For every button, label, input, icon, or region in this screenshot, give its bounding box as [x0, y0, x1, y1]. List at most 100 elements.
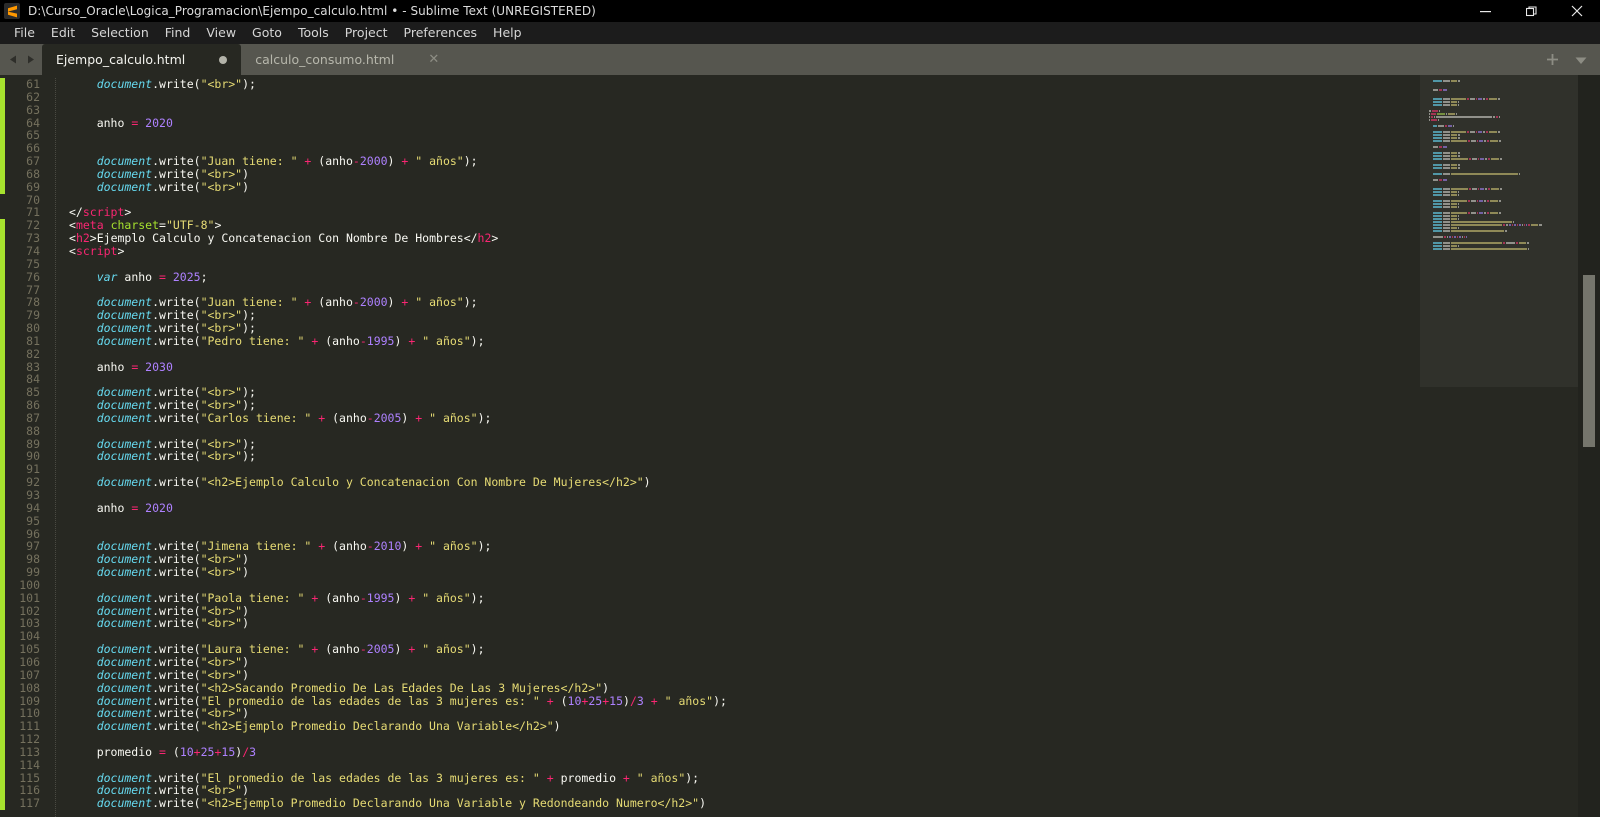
menu-item-find[interactable]: Find: [157, 22, 199, 44]
code-line[interactable]: document.write("<br>"): [69, 604, 1600, 618]
code-line[interactable]: [69, 194, 1600, 207]
code-line[interactable]: document.write("<br>"): [69, 553, 1600, 566]
code-line[interactable]: document.write("<h2>Ejemplo Promedio Dec…: [69, 720, 1600, 733]
menu-item-preferences[interactable]: Preferences: [396, 22, 486, 44]
minimap-token: [1442, 220, 1450, 223]
code-token: 10: [567, 693, 582, 708]
menu-item-edit[interactable]: Edit: [43, 22, 83, 44]
code-line[interactable]: document.write("<h2>Ejemplo Promedio Dec…: [69, 797, 1600, 810]
code-line[interactable]: document.write("<br>"): [69, 566, 1600, 579]
code-line[interactable]: [69, 258, 1600, 271]
chevron-down-icon[interactable]: [1574, 53, 1588, 67]
code-content[interactable]: document.write("<br>"); anho = 2020 docu…: [65, 75, 1600, 817]
code-line[interactable]: document.write("Pedro tiene: " + (anho-1…: [69, 333, 1600, 348]
code-line[interactable]: document.write("Laura tiene: " + (anho-2…: [69, 643, 1600, 656]
menu-item-project[interactable]: Project: [337, 22, 396, 44]
tab-1[interactable]: Ejempo_calculo.html: [42, 44, 242, 75]
code-line[interactable]: document.write("<br>"): [69, 180, 1600, 194]
code-line[interactable]: document.write("Jimena tiene: " + (anho-…: [69, 540, 1600, 553]
code-line[interactable]: document.write("El promedio de las edade…: [69, 771, 1600, 785]
code-line[interactable]: document.write("<br>");: [69, 450, 1600, 463]
code-line[interactable]: <h2>Ejemplo Calculo y Concatenacion Con …: [69, 232, 1600, 245]
code-line[interactable]: [69, 489, 1600, 502]
code-line[interactable]: document.write("<br>");: [69, 386, 1600, 399]
minimap-token: [1516, 223, 1518, 226]
code-token: 1995: [366, 333, 395, 348]
code-token: );: [463, 295, 478, 310]
code-line[interactable]: </script>: [69, 206, 1600, 219]
code-line[interactable]: [69, 515, 1600, 528]
code-token: Ejemplo Calculo y Concatenacion Con Nomb…: [96, 231, 464, 246]
minimap-token: [1433, 241, 1442, 244]
code-line[interactable]: [69, 425, 1600, 438]
minimap-token: [1442, 103, 1450, 106]
scrollbar-thumb[interactable]: [1583, 275, 1595, 447]
code-line[interactable]: <script>: [69, 245, 1600, 258]
minimap-token: [1458, 154, 1461, 157]
code-line[interactable]: document.write("Paola tiene: " + (anho-1…: [69, 591, 1600, 605]
code-line[interactable]: document.write("<br>");: [69, 78, 1600, 91]
code-line[interactable]: document.write("<br>");: [69, 309, 1600, 322]
code-line[interactable]: document.write("<br>"): [69, 167, 1600, 181]
code-line[interactable]: [69, 104, 1600, 117]
minimap-token: [1469, 130, 1475, 133]
close-icon[interactable]: [1554, 0, 1600, 22]
minimap-token: [1467, 139, 1470, 142]
code-token: ): [553, 719, 561, 734]
code-line[interactable]: [69, 129, 1600, 142]
code-line[interactable]: document.write("<h2>Ejemplo Calculo y Co…: [69, 476, 1600, 489]
code-line[interactable]: document.write("Carlos tiene: " + (anho-…: [69, 412, 1600, 425]
arrow-left-icon[interactable]: [8, 54, 19, 65]
restore-icon[interactable]: [1508, 0, 1554, 22]
tab-2[interactable]: calculo_consumo.html ✕: [241, 44, 453, 75]
menu-item-tools[interactable]: Tools: [290, 22, 337, 44]
minimap-token: [1475, 130, 1477, 133]
minimap[interactable]: [1420, 75, 1578, 817]
code-line[interactable]: document.write("Juan tiene: " + (anho-20…: [69, 155, 1600, 168]
code-line[interactable]: anho = 2020: [69, 501, 1600, 515]
menu-item-help[interactable]: Help: [485, 22, 530, 44]
menu-item-goto[interactable]: Goto: [244, 22, 290, 44]
line-number: 112: [19, 732, 40, 747]
tab-close-icon[interactable]: ✕: [428, 53, 439, 66]
minimap-token: [1433, 163, 1442, 166]
code-token: script: [75, 243, 118, 258]
arrow-right-icon[interactable]: [25, 54, 36, 65]
minimap-token: [1433, 157, 1442, 160]
code-token: 2000: [359, 295, 388, 310]
code-line[interactable]: promedio = (10+25+15)/3: [69, 745, 1600, 759]
code-token: (anho: [318, 295, 353, 310]
minimize-icon[interactable]: [1462, 0, 1508, 22]
minimap-token: [1488, 187, 1491, 190]
code-line[interactable]: document.write("El promedio de las edade…: [69, 693, 1600, 708]
menu-item-view[interactable]: View: [198, 22, 244, 44]
minimap-token: [1433, 130, 1442, 133]
code-line[interactable]: document.write("<br>"): [69, 656, 1600, 669]
menu-item-file[interactable]: File: [6, 22, 43, 44]
minimap-token: [1433, 100, 1442, 103]
plus-icon[interactable]: [1545, 52, 1560, 67]
code-line[interactable]: [69, 733, 1600, 746]
code-line[interactable]: anho = 2020: [69, 116, 1600, 130]
minimap-token: [1442, 205, 1450, 208]
minimap-token: [1431, 118, 1438, 121]
code-line[interactable]: document.write("Juan tiene: " + (anho-20…: [69, 296, 1600, 309]
code-line[interactable]: [69, 91, 1600, 104]
code-token: .write(: [152, 796, 201, 811]
minimap-token: [1450, 217, 1458, 220]
tab-dirty-indicator: [219, 55, 228, 64]
code-token: 15: [609, 693, 623, 708]
code-line[interactable]: document.write("<br>");: [69, 437, 1600, 451]
code-line[interactable]: anho = 2030: [69, 360, 1600, 374]
minimap-token: [1458, 163, 1461, 166]
code-line[interactable]: document.write("<br>"): [69, 617, 1600, 630]
menu-item-selection[interactable]: Selection: [83, 22, 157, 44]
menu-bar: File Edit Selection Find View Goto Tools Projec…: [0, 22, 1600, 44]
code-line[interactable]: var anho = 2025;: [69, 270, 1600, 284]
code-line[interactable]: [69, 348, 1600, 361]
editor-area[interactable]: 61 62 63 64 65 66 67 68 69 70 71 72 73 74 75 76 77 78 79 80…: [0, 75, 1600, 817]
line-number: 76: [26, 269, 40, 284]
minimap-token: [1442, 178, 1447, 181]
code-line[interactable]: [69, 373, 1600, 386]
vertical-scrollbar[interactable]: [1578, 75, 1600, 817]
